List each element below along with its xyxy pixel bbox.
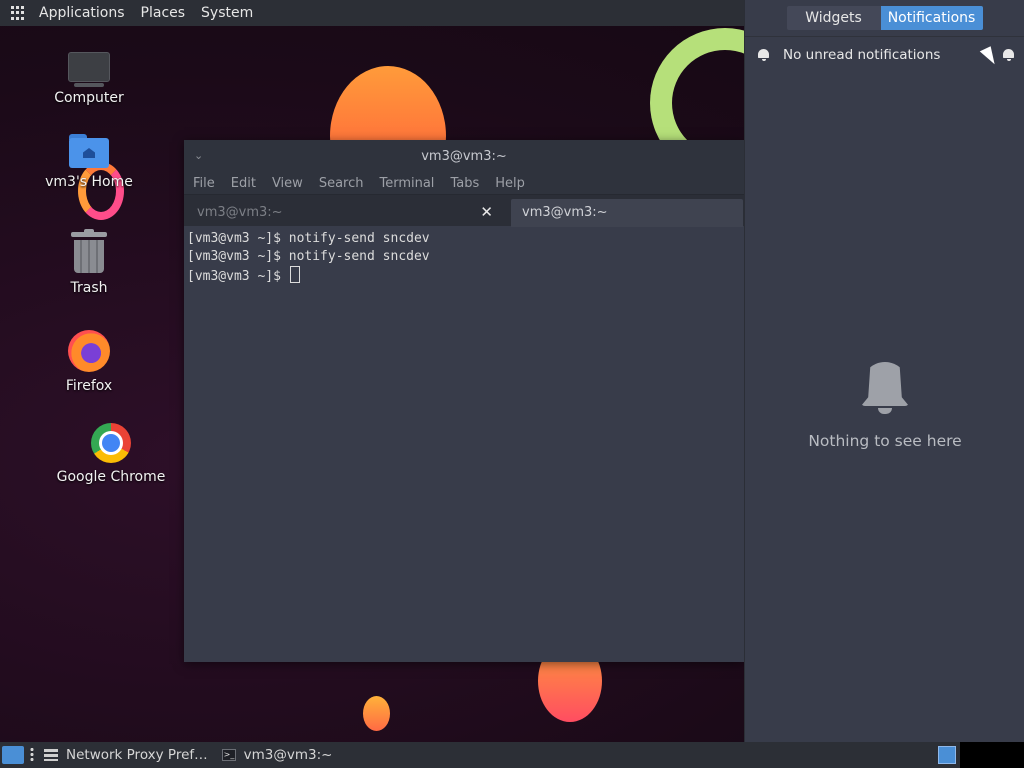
terminal-tab[interactable]: vm3@vm3:~ ✕: [184, 199, 505, 227]
tab-label: vm3@vm3:~: [197, 205, 283, 220]
menu-terminal[interactable]: Terminal: [379, 176, 434, 191]
menu-view[interactable]: View: [272, 176, 303, 191]
firefox-icon: [68, 330, 110, 372]
menu-tabs[interactable]: Tabs: [450, 176, 479, 191]
tab-widgets[interactable]: Widgets: [786, 6, 881, 30]
terminal-window: ⌄ vm3@vm3:~ File Edit View Search Termin…: [184, 140, 744, 662]
empty-state-text: Nothing to see here: [808, 432, 962, 450]
desktop-icon-trash[interactable]: Trash: [34, 229, 144, 296]
tab-label: vm3@vm3:~: [522, 205, 608, 220]
desktop-icon-label: vm3's Home: [45, 174, 133, 190]
apps-grid-icon[interactable]: [11, 6, 25, 20]
notification-panel: Widgets Notifications No unread notifica…: [744, 0, 1024, 742]
menu-edit[interactable]: Edit: [231, 176, 256, 191]
show-desktop-button[interactable]: [2, 746, 24, 764]
terminal-line: [vm3@vm3 ~]$: [187, 269, 289, 284]
desktop-icon-label: Trash: [70, 280, 108, 296]
terminal-icon: >_: [221, 749, 236, 761]
desktop-icon-label: Computer: [54, 90, 124, 106]
terminal-output[interactable]: [vm3@vm3 ~]$ notify-send sncdev [vm3@vm3 …: [184, 226, 744, 290]
menu-places[interactable]: Places: [137, 5, 190, 21]
desktop-icon-home[interactable]: vm3's Home: [34, 134, 144, 190]
taskbar-item-network-proxy[interactable]: Network Proxy Pref…: [44, 747, 208, 763]
terminal-tabbar: vm3@vm3:~ ✕ vm3@vm3:~: [184, 194, 744, 227]
taskbar-item-label: vm3@vm3:~: [243, 747, 333, 763]
bell-icon[interactable]: [1003, 49, 1014, 61]
window-title: vm3@vm3:~: [421, 148, 507, 164]
desktop-icon-label: Firefox: [65, 378, 113, 394]
bell-icon: [861, 362, 909, 416]
empty-state: Nothing to see here: [745, 362, 1024, 450]
taskbar-item-label: Network Proxy Pref…: [66, 747, 208, 763]
terminal-cursor: [289, 266, 300, 283]
panel-tabs: Widgets Notifications: [745, 0, 1024, 37]
desktop-icon-firefox[interactable]: Firefox: [34, 330, 144, 394]
taskbar-item-terminal[interactable]: >_ vm3@vm3:~: [221, 747, 333, 763]
terminal-tab-active[interactable]: vm3@vm3:~: [511, 198, 743, 227]
menu-help[interactable]: Help: [495, 176, 525, 191]
drag-handle-icon[interactable]: [30, 747, 34, 763]
computer-icon: [68, 52, 110, 87]
desktop-icon-chrome[interactable]: Google Chrome: [56, 423, 166, 485]
trash-icon: [71, 229, 107, 274]
menu-file[interactable]: File: [193, 176, 215, 191]
close-icon[interactable]: ✕: [480, 203, 493, 221]
menu-applications[interactable]: Applications: [35, 5, 129, 21]
terminal-menubar: File Edit View Search Terminal Tabs Help: [184, 172, 744, 194]
terminal-line: [vm3@vm3 ~]$ notify-send sncdev: [187, 231, 430, 246]
home-folder-icon: [69, 134, 109, 168]
tab-notifications[interactable]: Notifications: [880, 6, 983, 30]
menu-search[interactable]: Search: [319, 176, 364, 191]
terminal-titlebar[interactable]: ⌄ vm3@vm3:~: [184, 140, 744, 172]
workspace-switcher[interactable]: [938, 746, 956, 764]
desktop-icon-label: Google Chrome: [56, 469, 166, 485]
notification-status: No unread notifications: [783, 47, 941, 63]
tray-area: [960, 742, 1024, 768]
terminal-line: [vm3@vm3 ~]$ notify-send sncdev: [187, 249, 430, 264]
menu-system[interactable]: System: [197, 5, 257, 21]
bell-icon: [758, 49, 769, 61]
wallpaper-shape: [363, 696, 390, 731]
desktop-icon-computer[interactable]: Computer: [34, 52, 144, 106]
chevron-down-icon[interactable]: ⌄: [194, 149, 203, 162]
network-icon: [44, 749, 58, 761]
chrome-icon: [91, 423, 131, 463]
top-panel: Applications Places System: [0, 0, 744, 26]
bottom-taskbar: Network Proxy Pref… >_ vm3@vm3:~: [0, 742, 1024, 768]
